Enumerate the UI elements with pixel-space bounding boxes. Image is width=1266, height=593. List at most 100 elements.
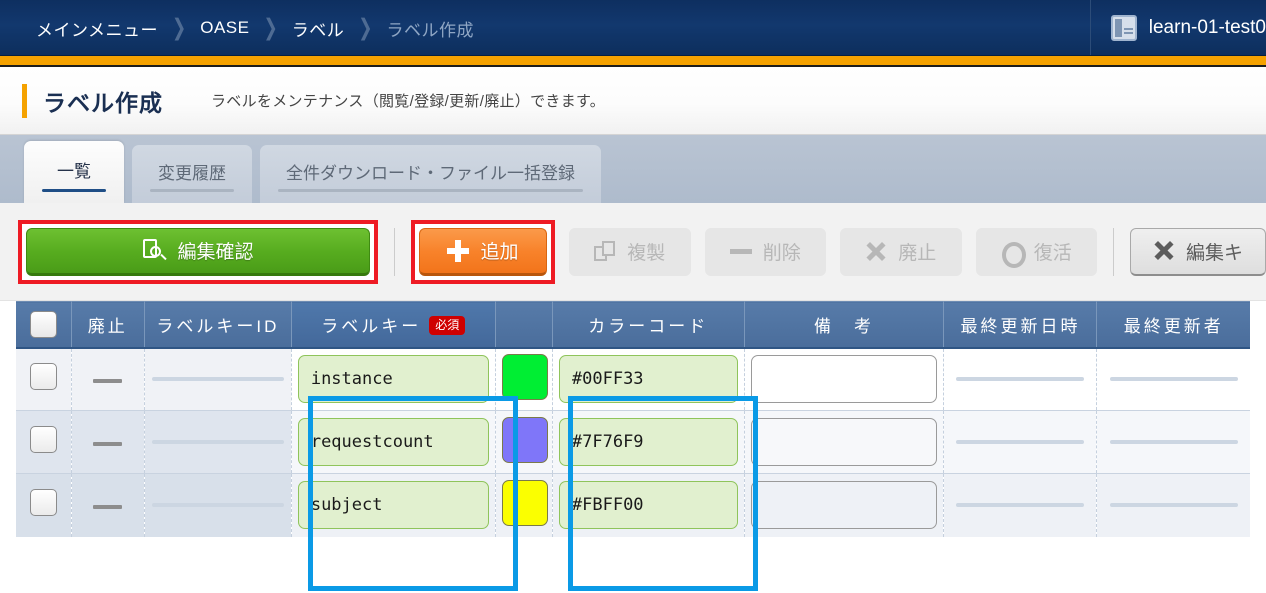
tab-change-history[interactable]: 変更履歴 bbox=[132, 145, 252, 203]
table-row bbox=[16, 347, 1250, 411]
cell-last-updater bbox=[1096, 410, 1250, 474]
cell-note bbox=[744, 473, 945, 537]
restore-label: 復活 bbox=[1033, 243, 1072, 264]
copy-icon bbox=[594, 240, 616, 263]
user-name-label: learn-01-test0 bbox=[1148, 17, 1266, 38]
x-icon bbox=[1153, 240, 1175, 262]
empty-value-line bbox=[151, 377, 284, 382]
col-label-key-text: ラベルキー bbox=[321, 316, 422, 336]
abolished-dash-icon bbox=[93, 442, 123, 446]
tab-bulk-download-upload[interactable]: 全件ダウンロード・ファイル一括登録 bbox=[260, 145, 601, 203]
chevron-right-icon: ❯ bbox=[358, 14, 373, 41]
cell-note bbox=[744, 347, 945, 411]
required-badge: 必須 bbox=[429, 315, 466, 335]
duplicate-label: 複製 bbox=[627, 243, 666, 264]
col-last-updated: 最終更新日時 bbox=[943, 301, 1098, 349]
col-abolished: 廃止 bbox=[71, 301, 145, 349]
page-root: メインメニュー ❯ OASE ❯ ラベル ❯ ラベル作成 learn-01-te… bbox=[0, 0, 1266, 593]
row-checkbox[interactable] bbox=[29, 426, 57, 453]
cell-last-updated bbox=[943, 410, 1098, 474]
note-input[interactable] bbox=[750, 418, 938, 466]
cell-label-key bbox=[291, 473, 496, 537]
add-button[interactable]: 追加 bbox=[419, 227, 547, 276]
doc-search-icon bbox=[142, 238, 168, 263]
cell-select bbox=[16, 410, 72, 474]
minus-icon bbox=[729, 241, 752, 263]
breadcrumb-item-label-create: ラベル作成 bbox=[386, 20, 474, 40]
cell-color-code bbox=[552, 347, 745, 411]
tab-strip: 一覧 変更履歴 全件ダウンロード・ファイル一括登録 bbox=[0, 135, 1266, 203]
confirm-edit-button[interactable]: 編集確認 bbox=[26, 227, 370, 276]
table-header-row: 廃止 ラベルキーID ラベルキー 必須 カラーコード 備 考 最終更新日時 最終更… bbox=[16, 301, 1250, 349]
duplicate-button[interactable]: 複製 bbox=[569, 227, 691, 276]
page-title: ラベル作成 bbox=[43, 89, 163, 116]
cancel-edit-label: 編集キ bbox=[1186, 242, 1244, 264]
cancel-edit-button[interactable]: 編集キ bbox=[1130, 227, 1266, 276]
color-swatch[interactable] bbox=[501, 479, 548, 526]
abolish-button[interactable]: 廃止 bbox=[840, 227, 962, 276]
abolished-dash-icon bbox=[93, 379, 123, 384]
tab-indicator bbox=[278, 189, 583, 192]
abolished-dash-icon bbox=[93, 505, 123, 510]
note-input[interactable] bbox=[750, 481, 938, 530]
cell-note bbox=[744, 410, 945, 474]
select-all-checkbox[interactable] bbox=[29, 310, 57, 338]
top-navigation-bar: メインメニュー ❯ OASE ❯ ラベル ❯ ラベル作成 learn-01-te… bbox=[0, 0, 1266, 56]
toolbar-divider bbox=[1113, 227, 1114, 276]
tab-active-indicator bbox=[42, 189, 106, 192]
cell-color-swatch bbox=[495, 347, 553, 411]
breadcrumb-item-oase[interactable]: OASE bbox=[200, 18, 249, 38]
empty-value-line bbox=[1109, 503, 1238, 508]
tab-list[interactable]: 一覧 bbox=[24, 141, 124, 203]
breadcrumb: メインメニュー ❯ OASE ❯ ラベル ❯ ラベル作成 bbox=[0, 0, 474, 56]
color-code-input[interactable] bbox=[558, 481, 738, 530]
chevron-right-icon: ❯ bbox=[263, 14, 278, 41]
cell-label-key bbox=[291, 347, 496, 411]
color-swatch[interactable] bbox=[501, 416, 548, 463]
cell-last-updated bbox=[943, 347, 1098, 411]
empty-value-line bbox=[1109, 377, 1238, 382]
col-last-updater: 最終更新者 bbox=[1096, 301, 1250, 349]
empty-value-line bbox=[1109, 440, 1238, 444]
delete-button[interactable]: 削除 bbox=[704, 227, 826, 276]
cell-label-key-id bbox=[144, 347, 292, 411]
action-toolbar: 編集確認 追加 複製 削除 廃止 復活 編集キ bbox=[0, 203, 1266, 301]
label-key-input[interactable] bbox=[297, 418, 489, 466]
cell-select bbox=[16, 347, 72, 411]
color-swatch[interactable] bbox=[501, 353, 548, 400]
empty-value-line bbox=[151, 503, 284, 508]
cell-select bbox=[16, 473, 72, 537]
abolish-label: 廃止 bbox=[898, 243, 937, 264]
toolbar-divider bbox=[394, 227, 395, 276]
color-code-input[interactable] bbox=[558, 355, 738, 404]
empty-value-line bbox=[956, 440, 1085, 444]
breadcrumb-item-main-menu[interactable]: メインメニュー bbox=[36, 16, 158, 41]
plus-icon bbox=[447, 239, 470, 262]
row-checkbox[interactable] bbox=[29, 489, 57, 517]
row-checkbox[interactable] bbox=[29, 363, 57, 391]
restore-button[interactable]: 復活 bbox=[975, 227, 1097, 276]
col-note: 備 考 bbox=[744, 301, 945, 349]
label-key-input[interactable] bbox=[297, 355, 489, 404]
table-row bbox=[16, 473, 1250, 537]
title-accent-bar bbox=[22, 83, 27, 118]
tab-indicator bbox=[150, 189, 234, 192]
cell-color-swatch bbox=[495, 473, 553, 537]
cell-label-key bbox=[291, 410, 496, 474]
cell-abolished bbox=[71, 347, 145, 411]
cell-abolished bbox=[71, 410, 145, 474]
tab-change-history-label: 変更履歴 bbox=[158, 163, 226, 183]
cell-last-updater bbox=[1096, 473, 1250, 537]
confirm-edit-label: 編集確認 bbox=[177, 242, 254, 263]
note-input[interactable] bbox=[750, 355, 938, 404]
color-code-input[interactable] bbox=[558, 418, 738, 466]
col-label-key-id: ラベルキーID bbox=[144, 301, 292, 349]
breadcrumb-item-label[interactable]: ラベル bbox=[292, 16, 345, 41]
highlight-box-add: 追加 bbox=[411, 219, 555, 284]
empty-value-line bbox=[151, 440, 284, 444]
cell-color-code bbox=[552, 473, 745, 537]
cell-label-key-id bbox=[144, 473, 292, 537]
user-account-area[interactable]: learn-01-test0 bbox=[1089, 0, 1266, 56]
cell-abolished bbox=[71, 473, 145, 537]
label-key-input[interactable] bbox=[297, 481, 489, 530]
